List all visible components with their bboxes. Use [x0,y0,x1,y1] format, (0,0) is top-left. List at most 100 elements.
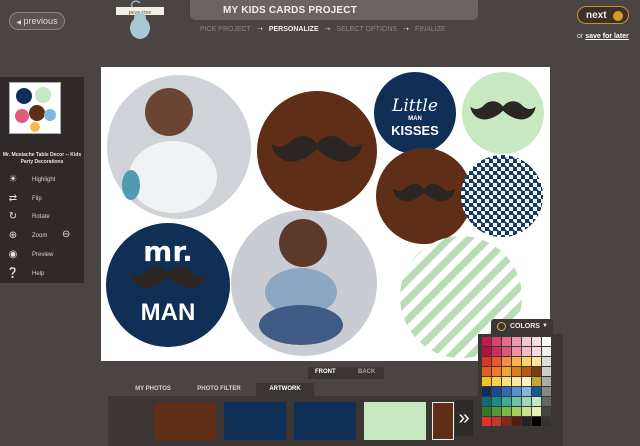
color-swatch[interactable] [512,387,521,396]
color-swatch[interactable] [532,377,541,386]
color-swatch[interactable] [482,397,491,406]
color-swatch[interactable] [522,377,531,386]
design-canvas[interactable]: Little MAN KISSES mr. MAN [101,67,550,361]
color-swatch[interactable] [482,377,491,386]
artwork-swatch-brown-2[interactable] [432,402,454,440]
color-swatch[interactable] [512,347,521,356]
color-swatch[interactable] [532,347,541,356]
scroll-right-button[interactable]: » [455,400,473,436]
color-swatch[interactable] [522,357,531,366]
color-swatch[interactable] [502,367,511,376]
tool-help[interactable]: ❔ Help [4,268,84,282]
color-swatch[interactable] [482,367,491,376]
photo-circle-toddler[interactable] [231,210,377,356]
color-swatch[interactable] [522,347,531,356]
color-swatch[interactable] [482,337,491,346]
color-swatch[interactable] [522,387,531,396]
step-personalize[interactable]: PERSONALIZE [269,26,319,33]
product-thumbnail[interactable] [9,82,61,134]
mr-man-circle[interactable]: mr. MAN [106,223,230,347]
color-swatch[interactable] [532,357,541,366]
color-swatch[interactable] [502,407,511,416]
color-swatch[interactable] [542,407,551,416]
color-swatch[interactable] [542,347,551,356]
artwork-swatch-brown[interactable] [154,402,216,440]
zoom-out-icon[interactable]: ⊖ [62,229,70,240]
color-swatch[interactable] [492,377,501,386]
artwork-swatch-navy[interactable] [224,402,286,440]
mustache-circle-brown-small[interactable] [376,148,472,244]
photo-circle-baby[interactable] [107,75,251,219]
color-swatch[interactable] [542,357,551,366]
color-swatch[interactable] [512,377,521,386]
color-swatch[interactable] [482,357,491,366]
next-button[interactable]: next [577,6,629,24]
mustache-circle-brown[interactable] [257,91,377,211]
color-swatch[interactable] [512,417,521,426]
step-pick-project[interactable]: PICK PROJECT [200,26,251,33]
color-swatch[interactable] [502,337,511,346]
color-swatch[interactable] [522,397,531,406]
color-swatch[interactable] [522,337,531,346]
tab-photo-filter[interactable]: PHOTO FILTER [188,383,250,396]
mustache-circle-mint[interactable] [462,72,544,154]
color-swatch[interactable] [492,337,501,346]
color-swatch[interactable] [542,417,551,426]
little-man-kisses-circle[interactable]: Little MAN KISSES [374,72,456,154]
color-swatch[interactable] [522,407,531,416]
color-swatch[interactable] [492,407,501,416]
tool-highlight[interactable]: ☀ Highlight [4,174,84,188]
color-swatch[interactable] [482,417,491,426]
tab-artwork[interactable]: ARTWORK [256,383,314,396]
color-swatch[interactable] [502,397,511,406]
color-swatch[interactable] [542,367,551,376]
color-swatch[interactable] [482,387,491,396]
color-swatch[interactable] [532,417,541,426]
tool-flip[interactable]: ⇄ Flip [4,193,84,207]
houndstooth-circle[interactable] [461,155,543,237]
color-swatch[interactable] [512,367,521,376]
color-swatch[interactable] [482,347,491,356]
chevron-down-icon: ▼ [542,323,548,329]
color-swatch[interactable] [522,367,531,376]
color-swatch[interactable] [502,387,511,396]
previous-button[interactable]: ◀ previous [9,12,65,30]
tool-zoom[interactable]: ⊕ Zoom ⊖ [4,229,84,244]
color-swatch[interactable] [542,337,551,346]
tool-preview[interactable]: ◉ Preview [4,249,84,263]
color-swatch[interactable] [512,357,521,366]
color-swatch[interactable] [502,347,511,356]
tab-my-photos[interactable]: MY PHOTOS [122,383,184,396]
color-swatch[interactable] [522,417,531,426]
color-swatch[interactable] [532,397,541,406]
color-swatch[interactable] [492,347,501,356]
artwork-swatch-mint[interactable] [364,402,426,440]
color-swatch[interactable] [502,417,511,426]
color-swatch[interactable] [512,337,521,346]
colors-dropdown[interactable]: COLORS ▼ [491,319,553,334]
color-swatch[interactable] [492,417,501,426]
color-swatch[interactable] [492,367,501,376]
color-swatch[interactable] [492,397,501,406]
color-swatch[interactable] [482,407,491,416]
tab-front[interactable]: FRONT [315,369,336,375]
color-swatch[interactable] [542,387,551,396]
tab-back[interactable]: BACK [358,369,375,375]
color-swatch[interactable] [542,377,551,386]
color-swatch[interactable] [532,387,541,396]
color-swatch[interactable] [542,397,551,406]
tool-rotate[interactable]: ↻ Rotate [4,211,84,225]
step-finalize[interactable]: FINALIZE [415,26,446,33]
color-swatch[interactable] [492,357,501,366]
color-swatch[interactable] [532,337,541,346]
color-swatch[interactable] [532,367,541,376]
artwork-swatch-navy-2[interactable] [294,402,356,440]
color-swatch[interactable] [532,407,541,416]
color-swatch[interactable] [492,387,501,396]
color-swatch[interactable] [512,407,521,416]
step-select-options[interactable]: SELECT OPTIONS [337,26,398,33]
save-for-later-link[interactable]: save for later [585,33,629,40]
color-swatch[interactable] [502,377,511,386]
color-swatch[interactable] [502,357,511,366]
color-swatch[interactable] [512,397,521,406]
